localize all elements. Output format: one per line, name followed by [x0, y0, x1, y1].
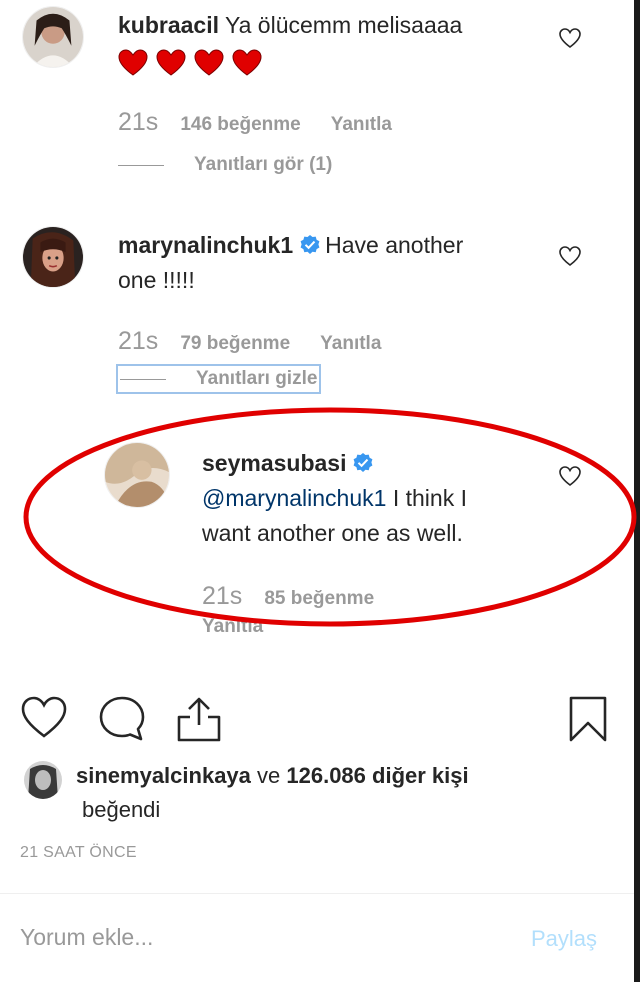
comment-time[interactable]: 21s	[118, 327, 158, 356]
comment-text-line1: Have another	[325, 232, 464, 258]
comment-time[interactable]: 21s	[118, 108, 158, 137]
liked-by-connector: ve	[250, 763, 287, 788]
comment-likes[interactable]: 79 beğenme	[180, 333, 290, 355]
comment-body: marynalinchuk1 Have another one !!!!!	[118, 228, 538, 298]
heart-outline-icon[interactable]	[558, 27, 582, 49]
comment-marynalinchuk1: marynalinchuk1 Have another one !!!!! 21s…	[0, 220, 634, 410]
comment-icon[interactable]	[98, 695, 146, 743]
reply-seymasubasi: seymasubasi @marynalinchuk1 I think I wa…	[0, 436, 634, 646]
red-heart-icon	[232, 49, 262, 76]
liker-username[interactable]: sinemyalcinkaya	[76, 763, 251, 788]
reply-button[interactable]: Yanıtla	[320, 333, 381, 355]
heart-outline-icon[interactable]	[558, 465, 582, 487]
comment-time[interactable]: 21s	[202, 582, 242, 611]
comment-body: seymasubasi @marynalinchuk1 I think I wa…	[202, 446, 542, 551]
reply-button[interactable]: Yanıtla	[331, 114, 392, 136]
comment-likes[interactable]: 146 beğenme	[180, 114, 300, 136]
comment-username[interactable]: marynalinchuk1	[118, 232, 293, 258]
comment-likes[interactable]: 85 beğenme	[264, 588, 374, 610]
hide-replies-label: Yanıtları gizle	[196, 368, 318, 389]
avatar[interactable]	[104, 442, 170, 508]
replies-line	[118, 164, 164, 166]
red-heart-icon	[194, 49, 224, 76]
red-heart-icon	[156, 49, 186, 76]
likes-count[interactable]: 126.086 diğer kişi	[286, 763, 468, 788]
avatar[interactable]	[22, 226, 84, 288]
window-edge	[634, 0, 640, 982]
view-replies-button[interactable]: Yanıtları gör (1)	[118, 154, 332, 176]
comment-meta: 21s 79 beğenme Yanıtla	[118, 327, 381, 356]
avatar[interactable]	[22, 6, 84, 68]
mention-link[interactable]: @marynalinchuk1	[202, 485, 386, 511]
comment-meta: 21s 146 beğenme Yanıtla	[118, 108, 392, 137]
liked-by-line1: sinemyalcinkaya ve 126.086 diğer kişi	[76, 758, 469, 793]
verified-badge-icon	[300, 235, 320, 254]
comment-username[interactable]: seymasubasi	[202, 450, 346, 476]
comment-kubraacil: kubraacil Ya ölücemm melisaaaa 21s 146 b…	[0, 0, 634, 200]
divider	[0, 893, 634, 894]
reply-button[interactable]: Yanıtla	[202, 616, 263, 638]
comment-meta-wrap: Yanıtla	[202, 616, 263, 638]
heart-outline-icon[interactable]	[20, 695, 68, 739]
comment-text-line2: want another one as well.	[202, 520, 463, 546]
verified-badge-icon	[354, 453, 373, 472]
post-actions	[0, 695, 640, 745]
post-button[interactable]: Paylaş	[531, 926, 597, 952]
hide-replies-button[interactable]: Yanıtları gizle	[115, 364, 322, 394]
comment-text-line2: one !!!!!	[118, 267, 195, 293]
comment-text: Ya ölücemm melisaaaa	[224, 12, 463, 38]
liked-by-suffix: beğendi	[82, 797, 161, 822]
heart-emojis	[118, 49, 262, 76]
red-heart-icon	[118, 49, 148, 76]
liker-avatar[interactable]	[24, 761, 62, 799]
comment-body: kubraacil Ya ölücemm melisaaaa	[118, 8, 538, 86]
comment-username[interactable]: kubraacil	[118, 12, 219, 38]
replies-line	[120, 378, 166, 380]
bookmark-icon[interactable]	[568, 695, 608, 743]
comment-text-line1: I think I	[386, 485, 467, 511]
heart-outline-icon[interactable]	[558, 245, 582, 267]
view-replies-label: Yanıtları gör (1)	[194, 154, 333, 175]
comment-input[interactable]: Yorum ekle...	[20, 924, 153, 951]
post-timestamp[interactable]: 21 SAAT ÖNCE	[20, 844, 137, 862]
share-icon[interactable]	[175, 695, 223, 743]
comment-meta: 21s 85 beğenme	[202, 582, 404, 611]
